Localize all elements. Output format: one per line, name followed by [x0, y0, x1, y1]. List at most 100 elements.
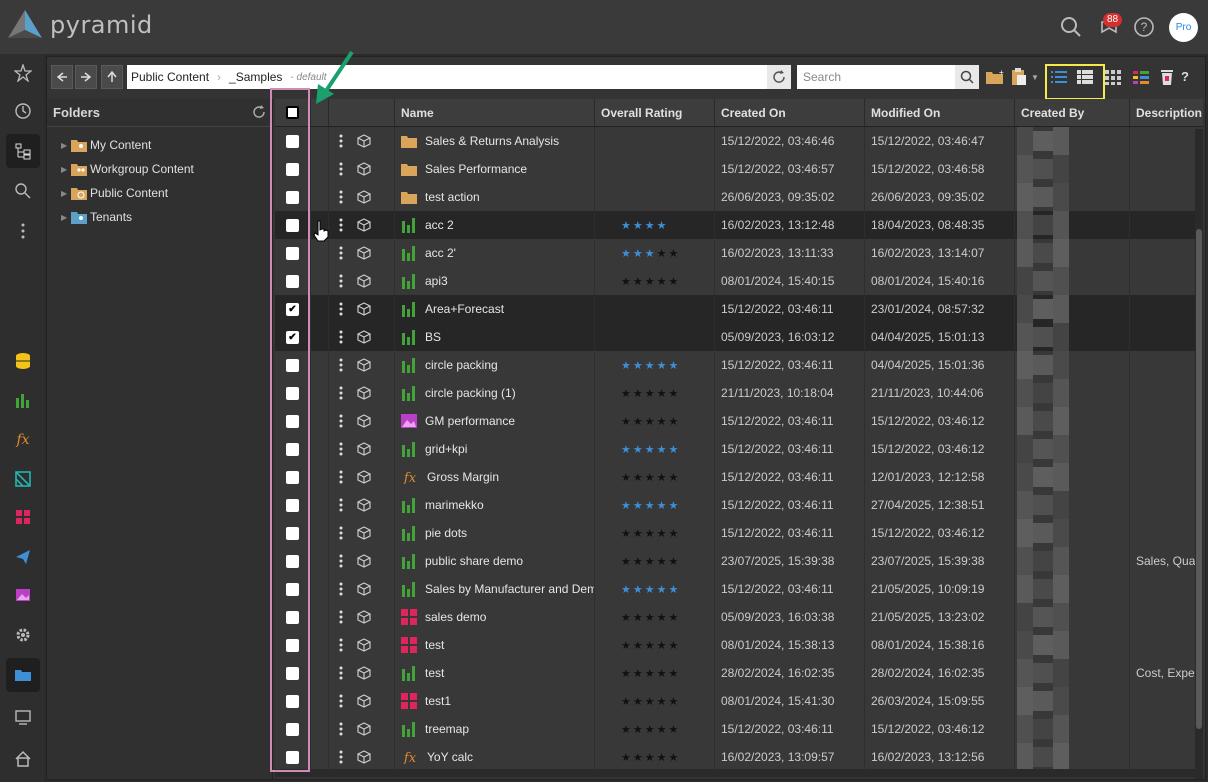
row-name-cell[interactable]: Area+Forecast — [395, 295, 595, 323]
row-checkbox[interactable] — [286, 750, 299, 764]
rating-stars-icon[interactable]: ★★★★★ — [621, 611, 680, 624]
row-name-cell[interactable]: fx YoY calc — [395, 743, 595, 771]
cube-icon[interactable] — [357, 582, 371, 596]
forward-button[interactable] — [75, 65, 97, 89]
help-question-icon[interactable]: ? — [1181, 69, 1189, 84]
table-row[interactable]: public share demo ★★★★★ 23/07/2025, 15:39:… — [275, 547, 1203, 575]
table-row[interactable]: acc 2' ★★★★★ 16/02/2023, 13:11:33 16/02/202… — [275, 239, 1203, 267]
vertical-scrollbar[interactable] — [1195, 129, 1203, 779]
cube-icon[interactable] — [357, 750, 371, 764]
illustrate-image-icon[interactable] — [6, 578, 40, 612]
row-checkbox[interactable] — [286, 414, 299, 428]
row-name[interactable]: pie dots — [425, 526, 467, 540]
discover-chart-icon[interactable] — [6, 384, 40, 418]
row-name[interactable]: marimekko — [425, 498, 484, 512]
rating-stars-icon[interactable]: ★★★★★ — [621, 555, 680, 568]
header-name[interactable]: Name — [395, 99, 595, 126]
row-name[interactable]: circle packing (1) — [425, 386, 516, 400]
row-checkbox[interactable] — [286, 666, 299, 680]
row-name-cell[interactable]: Sales by Manufacturer and Dem — [395, 575, 595, 603]
breadcrumb-root[interactable]: Public Content — [127, 70, 213, 84]
row-name-cell[interactable]: fx Gross Margin — [395, 463, 595, 491]
help-icon[interactable]: ? — [1133, 16, 1155, 38]
row-name-cell[interactable]: sales demo — [395, 603, 595, 631]
cube-icon[interactable] — [357, 330, 371, 344]
row-name[interactable]: Sales & Returns Analysis — [425, 134, 559, 148]
row-checkbox[interactable] — [286, 218, 299, 232]
row-name[interactable]: BS — [425, 330, 441, 344]
table-row[interactable]: grid+kpi ★★★★★ 15/12/2022, 03:46:11 15/12/2… — [275, 435, 1203, 463]
row-checkbox[interactable] — [286, 498, 299, 512]
row-name[interactable]: acc 2' — [425, 246, 456, 260]
row-name[interactable]: public share demo — [425, 554, 523, 568]
row-name[interactable]: sales demo — [425, 610, 486, 624]
cube-icon[interactable] — [357, 526, 371, 540]
table-row[interactable]: GM performance ★★★★★ 15/12/2022, 03:46:11 1… — [275, 407, 1203, 435]
rating-stars-icon[interactable]: ★★★★★ — [621, 499, 680, 512]
table-row[interactable]: Sales Performance 15/12/2022, 03:46:57 15/… — [275, 155, 1203, 183]
row-name[interactable]: acc 2 — [425, 218, 454, 232]
cube-icon[interactable] — [357, 638, 371, 652]
row-menu-icon[interactable] — [339, 246, 343, 260]
rating-stars-icon[interactable]: ★★★★★ — [621, 359, 680, 372]
home-icon[interactable] — [6, 742, 40, 776]
horizontal-scrollbar[interactable] — [275, 769, 1203, 777]
expand-arrow-icon[interactable]: ▶ — [61, 189, 71, 198]
row-checkbox[interactable] — [286, 470, 299, 484]
row-name-cell[interactable]: marimekko — [395, 491, 595, 519]
header-description[interactable]: Description — [1130, 99, 1203, 126]
cube-icon[interactable] — [357, 442, 371, 456]
row-name-cell[interactable]: circle packing — [395, 351, 595, 379]
row-name-cell[interactable]: Sales Performance — [395, 155, 595, 183]
row-name-cell[interactable]: test1 — [395, 687, 595, 715]
rating-stars-icon[interactable]: ★★★★★ — [621, 471, 680, 484]
row-name[interactable]: treemap — [425, 722, 469, 736]
rating-stars-icon[interactable]: ★★★★★ — [621, 527, 680, 540]
row-name-cell[interactable]: api3 — [395, 267, 595, 295]
table-row[interactable]: test ★★★★★ 28/02/2024, 16:02:35 28/02/2024,… — [275, 659, 1203, 687]
expand-arrow-icon[interactable]: ▶ — [61, 165, 71, 174]
row-checkbox[interactable] — [286, 386, 299, 400]
nav-search-icon[interactable] — [6, 174, 40, 208]
row-name[interactable]: GM performance — [425, 414, 515, 428]
row-menu-icon[interactable] — [339, 358, 343, 372]
row-name-cell[interactable]: public share demo — [395, 547, 595, 575]
cube-icon[interactable] — [357, 162, 371, 176]
cube-icon[interactable] — [357, 246, 371, 260]
row-checkbox[interactable] — [286, 190, 299, 204]
paste-dropdown-icon[interactable]: ▼ — [1031, 73, 1039, 82]
tree-item-my-content[interactable]: ▶ My Content — [47, 133, 272, 157]
row-menu-icon[interactable] — [339, 190, 343, 204]
cube-icon[interactable] — [357, 610, 371, 624]
cube-icon[interactable] — [357, 666, 371, 680]
rating-stars-icon[interactable]: ★★★★★ — [621, 667, 680, 680]
model-icon[interactable] — [6, 462, 40, 496]
select-all-checkbox[interactable] — [286, 106, 299, 119]
row-checkbox[interactable] — [286, 442, 299, 456]
table-row[interactable]: api3 ★★★★★ 08/01/2024, 15:40:15 08/01/2024,… — [275, 267, 1203, 295]
settings-gear-icon[interactable] — [6, 618, 40, 652]
rating-stars-icon[interactable]: ★★★★★ — [621, 275, 680, 288]
rating-stars-icon[interactable]: ★★★★★ — [621, 695, 680, 708]
row-checkbox[interactable] — [286, 526, 299, 540]
row-menu-icon[interactable] — [339, 638, 343, 652]
folders-refresh-icon[interactable] — [252, 105, 266, 119]
row-menu-icon[interactable] — [339, 134, 343, 148]
table-row[interactable]: ✔ Area+Forecast 15/12/2022, 03:46:11 23/01/… — [275, 295, 1203, 323]
search-icon[interactable] — [1060, 16, 1082, 38]
header-rating[interactable]: Overall Rating — [595, 99, 715, 126]
header-created-by[interactable]: Created By — [1015, 99, 1130, 126]
row-menu-icon[interactable] — [339, 498, 343, 512]
row-checkbox[interactable] — [286, 582, 299, 596]
cube-icon[interactable] — [357, 190, 371, 204]
vertical-scroll-thumb[interactable] — [1196, 229, 1202, 729]
new-folder-icon[interactable]: + — [985, 67, 1005, 92]
favorites-icon[interactable] — [6, 56, 40, 90]
cube-icon[interactable] — [357, 134, 371, 148]
row-name[interactable]: YoY calc — [427, 750, 473, 764]
row-name-cell[interactable]: test — [395, 631, 595, 659]
row-menu-icon[interactable] — [339, 442, 343, 456]
row-menu-icon[interactable] — [339, 722, 343, 736]
row-name-cell[interactable]: circle packing (1) — [395, 379, 595, 407]
cube-icon[interactable] — [357, 302, 371, 316]
